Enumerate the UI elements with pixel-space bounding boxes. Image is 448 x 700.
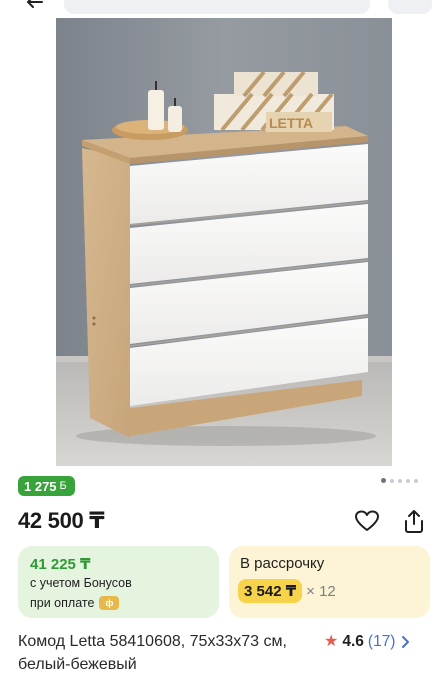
bonus-sign: Б [59,480,67,492]
payment-method-icon: ф [99,596,120,610]
installment-multiplier: × 12 [306,582,336,600]
share-icon [405,510,423,533]
logo-letta-decoration: LETTA [269,115,313,131]
pager-dot [414,478,418,483]
product-title: Комод Letta 58410608, 75x33x73 см, белый… [18,633,287,673]
installment-row: 3 542 ₸ × 12 [238,579,336,603]
chevron-right-icon [402,635,410,648]
rating-score: 4.6 [342,633,364,650]
pager-dot [406,478,410,483]
product-photo[interactable]: LETTA [56,18,392,466]
bonus-offer-line2: при оплате ф [30,596,120,610]
installment-card[interactable]: В рассрочку 3 542 ₸ × 12 [229,546,430,618]
top-bar [0,0,448,14]
arrow-left-icon [26,0,43,8]
bonus-offer-card[interactable]: 41 225 ₸ с учетом Бонусов при оплате ф [18,546,219,618]
more-button[interactable] [388,0,432,14]
pager-dot [398,478,402,483]
bonus-offer-line1: с учетом Бонусов [30,576,132,590]
bonus-amount: 1 275 [24,478,57,494]
gallery-pager [381,478,418,483]
bonus-offer-line2-text: при оплате [30,596,95,610]
rating-link[interactable]: ★ 4.6 (17) [324,630,411,653]
reviews-count: (17) [367,633,396,650]
pager-dot [390,478,394,483]
pager-dot [381,478,386,483]
product-price: 42 500 ₸ [18,508,105,533]
search-field[interactable] [64,0,370,14]
installment-title: В рассрочку [240,555,325,572]
share-button[interactable] [399,506,429,536]
heart-icon [355,510,379,531]
bonus-offer-price: 41 225 ₸ [30,556,91,573]
dresser-illustration: LETTA [56,18,392,466]
back-button[interactable] [16,0,60,14]
favorite-button[interactable] [352,506,382,536]
installment-monthly: 3 542 ₸ [238,579,303,603]
star-icon: ★ [324,633,339,650]
bonus-badge: 1 275 Б [18,476,75,496]
